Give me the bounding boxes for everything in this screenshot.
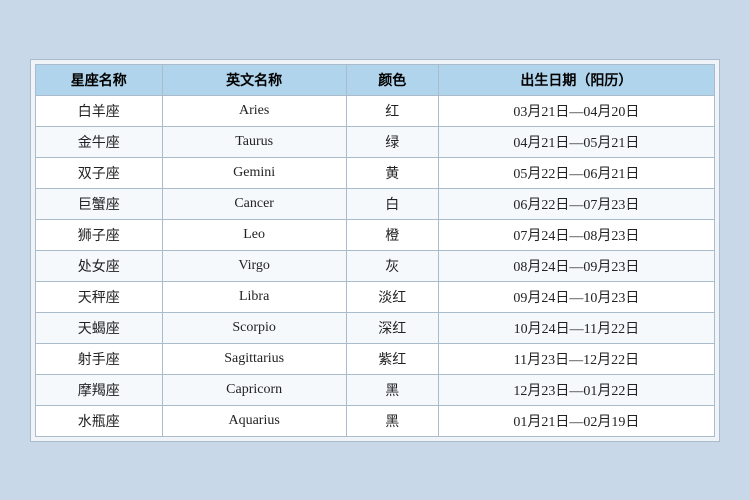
cell-color: 黑: [346, 374, 438, 405]
cell-color: 红: [346, 95, 438, 126]
cell-en: Aries: [162, 95, 346, 126]
header-zh: 星座名称: [36, 64, 163, 95]
cell-en: Libra: [162, 281, 346, 312]
cell-date: 05月22日—06月21日: [438, 157, 714, 188]
cell-color: 黑: [346, 405, 438, 436]
cell-zh: 金牛座: [36, 126, 163, 157]
cell-date: 04月21日—05月21日: [438, 126, 714, 157]
cell-color: 深红: [346, 312, 438, 343]
cell-color: 淡红: [346, 281, 438, 312]
zodiac-table: 星座名称 英文名称 颜色 出生日期（阳历） 白羊座Aries红03月21日—04…: [35, 64, 715, 437]
table-header-row: 星座名称 英文名称 颜色 出生日期（阳历）: [36, 64, 715, 95]
cell-date: 08月24日—09月23日: [438, 250, 714, 281]
table-row: 处女座Virgo灰08月24日—09月23日: [36, 250, 715, 281]
cell-en: Taurus: [162, 126, 346, 157]
cell-zh: 处女座: [36, 250, 163, 281]
zodiac-table-container: 星座名称 英文名称 颜色 出生日期（阳历） 白羊座Aries红03月21日—04…: [30, 59, 720, 442]
cell-zh: 射手座: [36, 343, 163, 374]
cell-zh: 天蝎座: [36, 312, 163, 343]
header-en: 英文名称: [162, 64, 346, 95]
cell-color: 白: [346, 188, 438, 219]
cell-en: Virgo: [162, 250, 346, 281]
cell-en: Gemini: [162, 157, 346, 188]
table-row: 白羊座Aries红03月21日—04月20日: [36, 95, 715, 126]
cell-zh: 狮子座: [36, 219, 163, 250]
cell-zh: 天秤座: [36, 281, 163, 312]
cell-en: Scorpio: [162, 312, 346, 343]
cell-date: 09月24日—10月23日: [438, 281, 714, 312]
cell-date: 06月22日—07月23日: [438, 188, 714, 219]
cell-date: 10月24日—11月22日: [438, 312, 714, 343]
table-row: 金牛座Taurus绿04月21日—05月21日: [36, 126, 715, 157]
cell-en: Sagittarius: [162, 343, 346, 374]
cell-en: Aquarius: [162, 405, 346, 436]
cell-zh: 白羊座: [36, 95, 163, 126]
cell-zh: 水瓶座: [36, 405, 163, 436]
cell-zh: 双子座: [36, 157, 163, 188]
cell-en: Cancer: [162, 188, 346, 219]
cell-date: 07月24日—08月23日: [438, 219, 714, 250]
cell-color: 橙: [346, 219, 438, 250]
cell-zh: 摩羯座: [36, 374, 163, 405]
cell-date: 01月21日—02月19日: [438, 405, 714, 436]
cell-color: 黄: [346, 157, 438, 188]
table-row: 水瓶座Aquarius黑01月21日—02月19日: [36, 405, 715, 436]
table-row: 巨蟹座Cancer白06月22日—07月23日: [36, 188, 715, 219]
cell-en: Leo: [162, 219, 346, 250]
header-date: 出生日期（阳历）: [438, 64, 714, 95]
cell-color: 灰: [346, 250, 438, 281]
table-row: 狮子座Leo橙07月24日—08月23日: [36, 219, 715, 250]
cell-en: Capricorn: [162, 374, 346, 405]
header-color: 颜色: [346, 64, 438, 95]
table-row: 摩羯座Capricorn黑12月23日—01月22日: [36, 374, 715, 405]
table-row: 天蝎座Scorpio深红10月24日—11月22日: [36, 312, 715, 343]
table-row: 天秤座Libra淡红09月24日—10月23日: [36, 281, 715, 312]
cell-zh: 巨蟹座: [36, 188, 163, 219]
table-row: 双子座Gemini黄05月22日—06月21日: [36, 157, 715, 188]
cell-date: 11月23日—12月22日: [438, 343, 714, 374]
cell-date: 12月23日—01月22日: [438, 374, 714, 405]
table-row: 射手座Sagittarius紫红11月23日—12月22日: [36, 343, 715, 374]
cell-color: 紫红: [346, 343, 438, 374]
cell-color: 绿: [346, 126, 438, 157]
cell-date: 03月21日—04月20日: [438, 95, 714, 126]
